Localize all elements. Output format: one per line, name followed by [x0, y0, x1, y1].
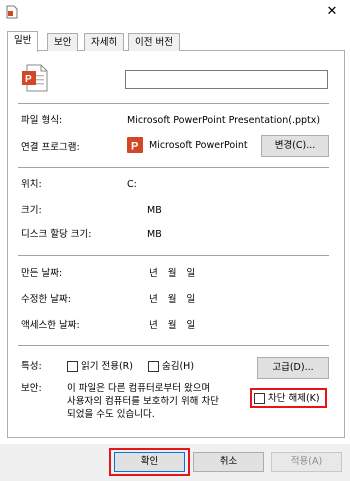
document-icon [6, 5, 18, 19]
created-label: 만든 날짜: [21, 268, 63, 279]
size-on-disk-label: 디스크 할당 크기: [21, 229, 92, 240]
size-value: MB [147, 205, 162, 216]
created-value: 년 월 일 [149, 268, 196, 279]
powerpoint-app-icon: P [127, 137, 143, 153]
size-on-disk-value: MB [147, 229, 162, 240]
accessed-value: 년 월 일 [149, 320, 196, 331]
hidden-checkbox[interactable] [148, 361, 159, 372]
general-panel [7, 51, 345, 438]
file-type-label: 파일 형식: [21, 115, 63, 126]
security-text-line-2: 사용자의 컴퓨터를 보호하기 위해 차단 [67, 396, 219, 407]
file-name-input[interactable] [125, 70, 328, 89]
tab-previous-versions[interactable]: 이전 버전 [128, 33, 180, 51]
hidden-label: 숨김(H) [162, 361, 195, 372]
tab-security[interactable]: 보안 [47, 33, 79, 51]
separator [18, 345, 329, 346]
security-text-line-1: 이 파일은 다른 컴퓨터로부터 왔으며 [67, 383, 211, 394]
powerpoint-file-icon: P [22, 64, 48, 92]
separator [18, 103, 329, 104]
size-label: 크기: [21, 205, 42, 216]
cancel-button[interactable]: 취소 [193, 452, 264, 472]
file-type-value: Microsoft PowerPoint Presentation(.pptx) [127, 115, 321, 126]
opens-with-label: 연결 프로그램: [21, 142, 80, 153]
apply-button[interactable]: 적용(A) [271, 452, 342, 472]
readonly-checkbox[interactable] [67, 361, 78, 372]
separator [18, 167, 329, 168]
unblock-checkbox[interactable] [254, 393, 265, 404]
ok-button[interactable]: 확인 [114, 452, 185, 472]
security-text-line-3: 되었을 수도 있습니다. [67, 409, 155, 420]
title-bar: ✕ [0, 0, 350, 28]
svg-text:P: P [25, 74, 32, 85]
modified-label: 수정한 날짜: [21, 294, 71, 305]
attributes-label: 특성: [21, 361, 42, 372]
location-label: 위치: [21, 179, 42, 190]
tab-details[interactable]: 자세히 [84, 33, 125, 51]
close-button[interactable]: ✕ [322, 4, 342, 20]
readonly-label: 읽기 전용(R) [81, 361, 133, 372]
tab-general[interactable]: 일반 [7, 31, 39, 52]
svg-text:P: P [131, 141, 138, 153]
location-value: C: [127, 179, 137, 190]
unblock-label[interactable]: 차단 해제(K) [268, 393, 320, 405]
opens-with-value: Microsoft PowerPoint [149, 140, 248, 151]
change-button[interactable]: 변경(C)... [261, 135, 329, 157]
separator [18, 255, 329, 256]
advanced-button[interactable]: 고급(D)... [257, 357, 329, 379]
modified-value: 년 월 일 [149, 294, 196, 305]
accessed-label: 액세스한 날짜: [21, 320, 80, 331]
security-label: 보안: [21, 383, 42, 394]
